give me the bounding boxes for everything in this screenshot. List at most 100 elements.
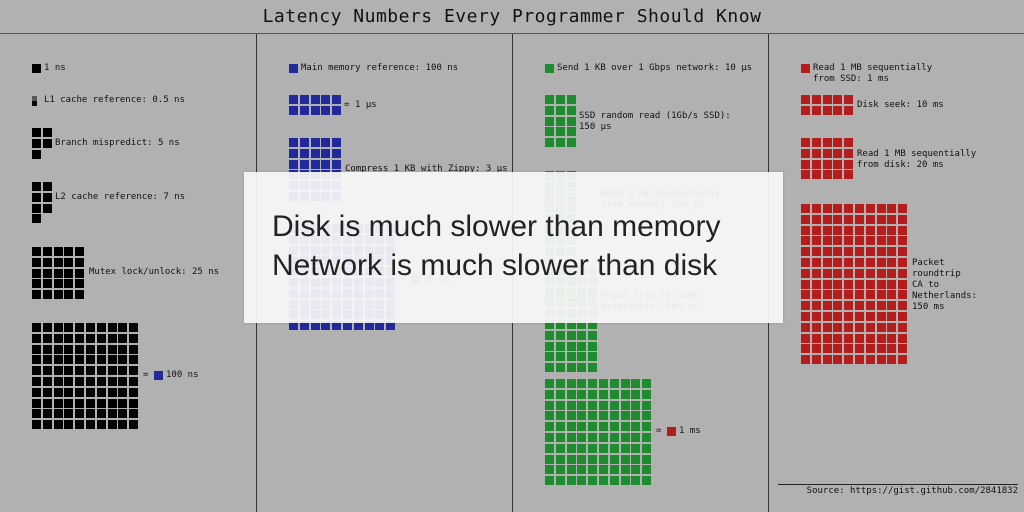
unit-square-1ms xyxy=(642,476,652,486)
unit-square-100ns xyxy=(53,409,63,419)
unit-square-packet xyxy=(833,355,843,365)
column-nanoseconds: 1 ns L1 cache reference: 0.5 ns Branch mis… xyxy=(0,34,256,512)
unit-square-packet xyxy=(833,214,843,224)
unit-square-packet xyxy=(855,204,864,213)
column-disk: Read 1 MB sequentially from SSD: 1 ms Dis… xyxy=(768,34,1024,512)
unit-square-1ms xyxy=(577,476,587,486)
unit-square-datacenter xyxy=(577,341,587,351)
unit-square-packet xyxy=(887,279,897,289)
unit-square-network xyxy=(545,64,554,73)
unit-square-packet xyxy=(844,279,854,289)
unit-square-disk-seek xyxy=(811,95,821,104)
unit-square-100ns xyxy=(32,323,41,332)
unit-square-100ns xyxy=(129,344,139,354)
unit-square-disk-seek xyxy=(833,105,843,115)
unit-square-datacenter xyxy=(566,330,576,340)
unit-square-zippy xyxy=(332,159,342,169)
unit-square-read-disk xyxy=(833,138,843,147)
unit-square-1ms xyxy=(588,433,598,442)
unit-square-packet xyxy=(801,312,810,321)
latency-label: Packet roundtrip CA to Netherlands: 150 … xyxy=(912,258,978,312)
unit-square-l2 xyxy=(42,192,52,202)
unit-square-1ms xyxy=(588,443,598,453)
unit-square-read-disk xyxy=(833,170,843,180)
unit-square-1ms xyxy=(545,454,554,464)
unit-square-100ns xyxy=(118,398,128,408)
unit-square-100ns xyxy=(86,398,95,408)
unit-square-1ms xyxy=(631,454,641,464)
unit-square-main-memory xyxy=(289,64,298,73)
unit-square-1ms xyxy=(545,400,554,410)
unit-square-packet xyxy=(898,247,908,257)
unit-square-1ms xyxy=(620,465,630,475)
latency-label: Send 1 KB over 1 Gbps network: 10 µs xyxy=(557,63,753,73)
unit-square-100ns xyxy=(64,409,74,419)
unit-square-1ms xyxy=(588,422,598,432)
unit-square-branch xyxy=(32,149,41,159)
equals-sign: = xyxy=(143,370,149,380)
unit-square-packet xyxy=(811,247,821,257)
unit-square-100ns xyxy=(42,344,52,354)
unit-square-1us xyxy=(332,95,342,104)
unit-square-100ns xyxy=(32,398,41,408)
unit-square-1ms xyxy=(620,433,630,442)
unit-square-disk-seek xyxy=(801,95,810,104)
unit-square-disk-seek xyxy=(801,105,810,115)
unit-square-mutex xyxy=(75,279,85,289)
source-link[interactable]: Source: https://gist.github.com/2841832 xyxy=(778,484,1018,496)
unit-square-100ns xyxy=(96,387,106,397)
unit-square-1ms xyxy=(620,454,630,464)
unit-square-100ns xyxy=(32,344,41,354)
unit-square-1ms xyxy=(642,400,652,410)
unit-square-packet xyxy=(887,355,897,365)
unit-square-1ms xyxy=(555,379,565,388)
unit-square-1ms xyxy=(577,454,587,464)
unit-square-100ns xyxy=(86,355,95,365)
unit-square-1ms xyxy=(555,443,565,453)
unit-square-1ms xyxy=(642,443,652,453)
unit-square-100ns xyxy=(53,398,63,408)
unit-square-1ns xyxy=(32,64,41,73)
unit-square-1ms xyxy=(588,454,598,464)
unit-square-packet xyxy=(865,247,875,257)
unit-square-1ms xyxy=(555,400,565,410)
unit-square-datacenter xyxy=(588,330,598,340)
unit-square-read-disk xyxy=(811,170,821,180)
unit-square-1us xyxy=(321,105,331,115)
unit-square-packet xyxy=(822,236,832,246)
unit-square-mutex xyxy=(75,247,85,256)
unit-square-packet xyxy=(844,301,854,311)
unit-square-zippy xyxy=(332,138,342,147)
unit-square-packet xyxy=(855,214,864,224)
unit-square-1ms xyxy=(620,400,630,410)
unit-square-1ms xyxy=(599,433,608,442)
unit-square-packet xyxy=(844,333,854,343)
unit-square-100ns xyxy=(86,333,95,343)
unit-square-100ns xyxy=(64,355,74,365)
latency-label: L1 cache reference: 0.5 ns xyxy=(44,95,185,105)
unit-square-packet xyxy=(876,204,886,213)
unit-square-mutex xyxy=(42,279,52,289)
unit-square-packet xyxy=(822,279,832,289)
unit-square-datacenter xyxy=(555,330,565,340)
unit-square-packet xyxy=(898,258,908,267)
unit-square-packet xyxy=(887,322,897,332)
unit-square-100ns xyxy=(53,366,63,376)
latency-label: Read 1 MB sequentially from SSD: 1 ms xyxy=(813,63,933,84)
unit-square-1ms xyxy=(588,400,598,410)
unit-square-1ms xyxy=(577,422,587,432)
unit-square-packet xyxy=(844,214,854,224)
unit-square-mutex xyxy=(75,268,85,278)
unit-square-datacenter xyxy=(545,330,554,340)
unit-square-100ns xyxy=(107,323,117,332)
unit-square-read-disk xyxy=(833,159,843,169)
unit-square-l2 xyxy=(32,182,41,191)
unit-square-read-disk xyxy=(844,159,854,169)
unit-square-ssd-random xyxy=(566,105,576,115)
unit-square-1ms xyxy=(620,411,630,421)
unit-square-1ms xyxy=(577,400,587,410)
unit-square-packet xyxy=(833,312,843,321)
latency-label: 1 ns xyxy=(44,63,66,73)
unit-square-packet xyxy=(801,344,810,354)
unit-square-packet xyxy=(811,258,821,267)
